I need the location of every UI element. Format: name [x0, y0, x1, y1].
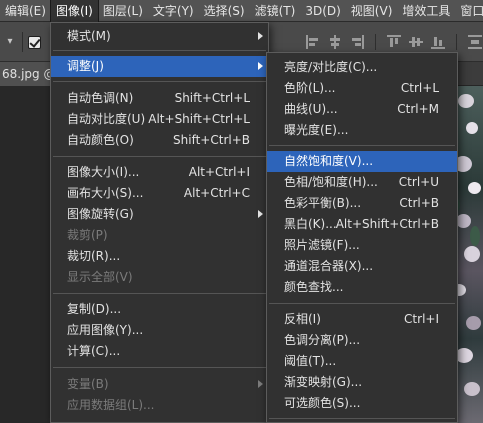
menu-separator: [53, 367, 266, 368]
flower-blossom: [468, 182, 481, 194]
menu-item-color-lookup[interactable]: 颜色查找...: [267, 277, 457, 298]
align-bottom-icon[interactable]: [430, 34, 446, 50]
align-divider: [375, 34, 376, 50]
align-right-icon[interactable]: [349, 34, 365, 50]
menu-separator: [53, 156, 266, 157]
menu-item-color-balance[interactable]: 色彩平衡(B)... Ctrl+B: [267, 193, 457, 214]
menu-item-auto-tone[interactable]: 自动色调(N) Shift+Ctrl+L: [51, 88, 268, 109]
flower-blossom: [456, 214, 471, 228]
menu-layer[interactable]: 图层(L): [98, 0, 148, 22]
align-tools: [305, 34, 483, 50]
menu-item-calculations[interactable]: 计算(C)...: [51, 341, 268, 362]
menu-separator: [53, 293, 266, 294]
submenu-arrow-icon: [258, 32, 263, 40]
menu-filter[interactable]: 滤镜(T): [250, 0, 301, 22]
flower-blossom: [464, 382, 480, 396]
menu-item-gradient-map[interactable]: 渐变映射(G)...: [267, 372, 457, 393]
menu-item-levels[interactable]: 色阶(L)... Ctrl+L: [267, 78, 457, 99]
menu-item-vibrance[interactable]: 自然饱和度(V)...: [267, 151, 457, 172]
align-center-icon[interactable]: [327, 34, 343, 50]
leaf: [470, 226, 480, 246]
chevron-down-icon[interactable]: ▾: [2, 35, 18, 49]
flower-blossom: [458, 94, 474, 108]
menu-item-mode[interactable]: 模式(M): [51, 26, 268, 47]
options-divider: [22, 32, 23, 52]
menu-item-trim[interactable]: 裁切(R)...: [51, 246, 268, 267]
adjustments-submenu: 亮度/对比度(C)... 色阶(L)... Ctrl+L 曲线(U)... Ct…: [266, 52, 458, 423]
menu-item-auto-contrast[interactable]: 自动对比度(U) Alt+Shift+Ctrl+L: [51, 109, 268, 130]
flower-blossom: [464, 246, 480, 262]
menu-item-canvas-size[interactable]: 画布大小(S)... Alt+Ctrl+C: [51, 183, 268, 204]
menu-window[interactable]: 窗口(W: [455, 0, 483, 22]
menu-item-photo-filter[interactable]: 照片滤镜(F)...: [267, 235, 457, 256]
menu-type[interactable]: 文字(Y): [148, 0, 199, 22]
distribute-icon[interactable]: [467, 34, 483, 50]
menu-separator: [269, 145, 455, 146]
menu-item-selective-color[interactable]: 可选颜色(S)...: [267, 393, 457, 414]
menu-item-crop[interactable]: 裁剪(P): [51, 225, 268, 246]
menu-item-adjustments[interactable]: 调整(J): [51, 56, 268, 77]
menu-item-channel-mixer[interactable]: 通道混合器(X)...: [267, 256, 457, 277]
menu-item-reveal-all[interactable]: 显示全部(V): [51, 267, 268, 288]
menu-item-apply-data-set[interactable]: 应用数据组(L)...: [51, 395, 268, 416]
menu-item-image-rotation[interactable]: 图像旋转(G): [51, 204, 268, 225]
document-tab[interactable]: 68.jpg @: [0, 62, 50, 86]
menu-view[interactable]: 视图(V): [346, 0, 398, 22]
menu-separator: [269, 303, 455, 304]
menu-item-brightness-contrast[interactable]: 亮度/对比度(C)...: [267, 57, 457, 78]
menu-separator: [269, 418, 455, 419]
menu-edit[interactable]: 编辑(E): [0, 0, 51, 22]
image-menu: 模式(M) 调整(J) 自动色调(N) Shift+Ctrl+L 自动对比度(U…: [50, 22, 269, 423]
submenu-arrow-icon: [258, 380, 263, 388]
submenu-arrow-icon: [258, 62, 263, 70]
menu-item-apply-image[interactable]: 应用图像(Y)...: [51, 320, 268, 341]
menu-item-duplicate[interactable]: 复制(D)...: [51, 299, 268, 320]
menu-image[interactable]: 图像(I): [49, 0, 99, 23]
menu-item-exposure[interactable]: 曝光度(E)...: [267, 120, 457, 141]
align-divider: [456, 34, 457, 50]
menu-item-threshold[interactable]: 阈值(T)...: [267, 351, 457, 372]
menu-separator: [53, 81, 266, 82]
align-middle-icon[interactable]: [408, 34, 424, 50]
menu-item-curves[interactable]: 曲线(U)... Ctrl+M: [267, 99, 457, 120]
submenu-arrow-icon: [258, 210, 263, 218]
menu-item-hue-saturation[interactable]: 色相/饱和度(H)... Ctrl+U: [267, 172, 457, 193]
flower-blossom: [466, 122, 478, 134]
menu-bar: 编辑(E) 图像(I) 图层(L) 文字(Y) 选择(S) 滤镜(T) 3D(D…: [0, 0, 483, 23]
menu-item-auto-color[interactable]: 自动颜色(O) Shift+Ctrl+B: [51, 130, 268, 151]
menu-plugins[interactable]: 增效工具: [397, 0, 455, 22]
menu-3d[interactable]: 3D(D): [300, 0, 345, 22]
menu-select[interactable]: 选择(S): [199, 0, 250, 22]
menu-item-variables[interactable]: 变量(B): [51, 374, 268, 395]
menu-item-invert[interactable]: 反相(I) Ctrl+I: [267, 309, 457, 330]
align-top-icon[interactable]: [386, 34, 402, 50]
flower-blossom: [466, 316, 481, 330]
align-left-icon[interactable]: [305, 34, 321, 50]
menu-separator: [53, 50, 266, 51]
menu-item-image-size[interactable]: 图像大小(I)... Alt+Ctrl+I: [51, 162, 268, 183]
menu-item-black-white[interactable]: 黑白(K)... Alt+Shift+Ctrl+B: [267, 214, 457, 235]
menu-item-posterize[interactable]: 色调分离(P)...: [267, 330, 457, 351]
photoshop-window: 编辑(E) 图像(I) 图层(L) 文字(Y) 选择(S) 滤镜(T) 3D(D…: [0, 0, 483, 423]
auto-select-checkbox[interactable]: [28, 36, 41, 49]
